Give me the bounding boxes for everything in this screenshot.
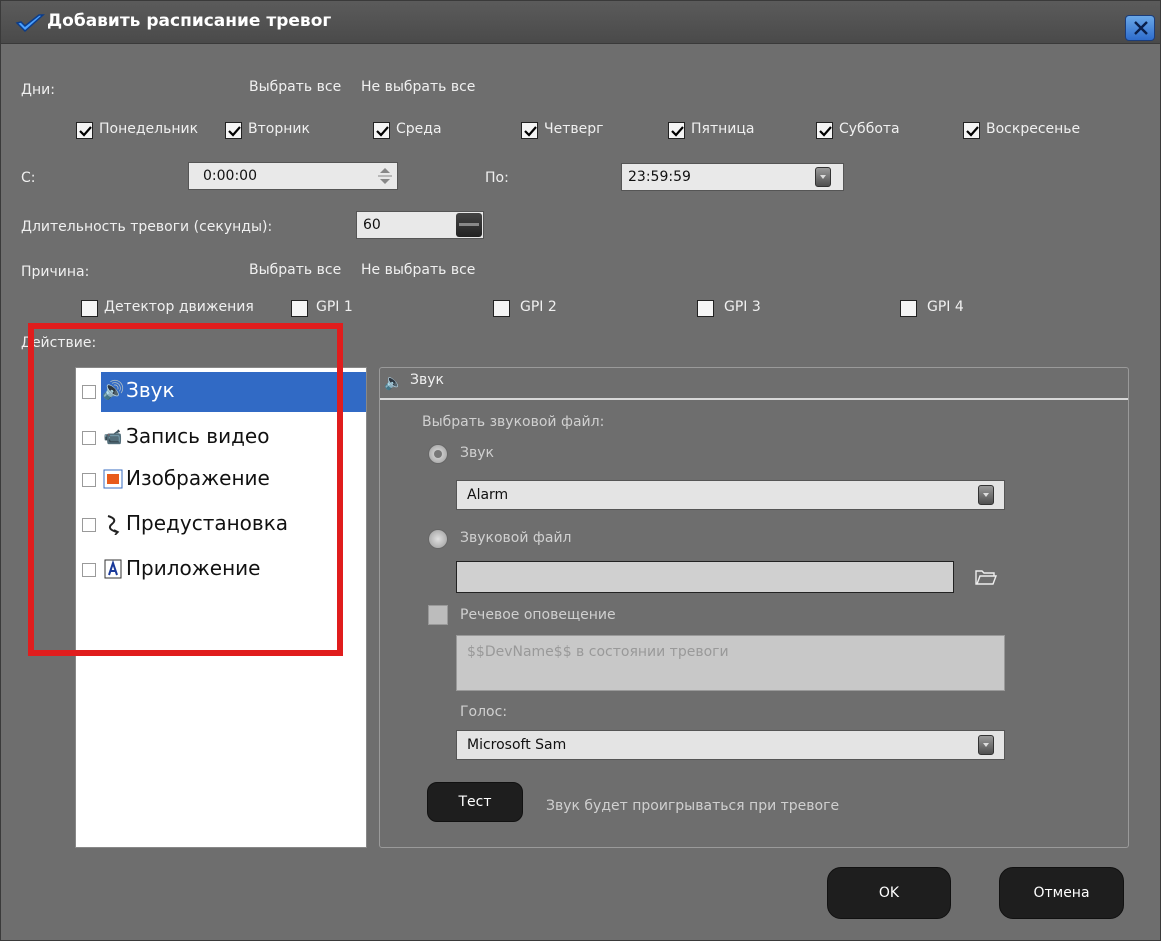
day-checkbox-wednesday[interactable] bbox=[373, 122, 390, 139]
reason-label-motion: Детектор движения bbox=[104, 299, 254, 315]
action-checkbox-application[interactable] bbox=[82, 563, 96, 577]
day-checkbox-friday[interactable] bbox=[668, 122, 685, 139]
time-from-label: С: bbox=[21, 170, 36, 186]
action-tree: 🔊 Звук 📹 Запись видео Изображение Предус… bbox=[75, 367, 367, 848]
video-camera-icon: 📹 bbox=[103, 428, 123, 446]
action-checkbox-sound[interactable] bbox=[82, 385, 96, 399]
application-icon bbox=[104, 559, 122, 579]
action-label-sound: Звук bbox=[126, 378, 175, 402]
time-to-spin-button[interactable] bbox=[815, 167, 831, 187]
radio-sound-label: Звук bbox=[460, 445, 494, 461]
speech-text-area[interactable]: $$DevName$$ в состоянии тревоги bbox=[456, 635, 1005, 691]
sound-dropdown-button[interactable] bbox=[978, 485, 994, 505]
test-note: Звук будет проигрываться при тревоге bbox=[546, 798, 840, 814]
day-label-sunday: Воскресенье bbox=[986, 121, 1081, 137]
radio-sound-file-label: Звуковой файл bbox=[460, 530, 572, 546]
action-label: Действие: bbox=[21, 335, 97, 351]
test-button[interactable]: Тест bbox=[427, 782, 523, 822]
duration-label: Длительность тревоги (секунды): bbox=[21, 219, 273, 235]
reason-label: Причина: bbox=[21, 264, 90, 280]
folder-open-icon[interactable] bbox=[974, 568, 998, 586]
reason-label-gpi4: GPI 4 bbox=[927, 299, 964, 315]
panel-header: 🔈 Звук bbox=[380, 368, 1128, 400]
voice-label: Голос: bbox=[460, 704, 508, 720]
day-label-tuesday: Вторник bbox=[248, 121, 310, 137]
speaker-icon: 🔊 bbox=[102, 380, 125, 401]
action-item-video[interactable]: 📹 Запись видео bbox=[76, 418, 366, 458]
spinner-divider bbox=[459, 223, 479, 226]
reason-label-gpi2: GPI 2 bbox=[520, 299, 557, 315]
alarm-schedule-dialog: Добавить расписание тревог Дни: Выбрать … bbox=[0, 0, 1161, 941]
cancel-button[interactable]: Отмена bbox=[999, 867, 1124, 919]
radio-sound-file[interactable] bbox=[428, 529, 448, 549]
duration-spin-button[interactable] bbox=[456, 213, 482, 237]
ok-button[interactable]: OK bbox=[827, 867, 951, 919]
image-icon bbox=[103, 469, 123, 489]
radio-sound[interactable] bbox=[428, 444, 448, 464]
reason-checkbox-gpi1[interactable] bbox=[291, 300, 308, 317]
action-checkbox-video[interactable] bbox=[82, 431, 96, 445]
action-label-application: Приложение bbox=[126, 556, 261, 580]
sound-settings-panel: 🔈 Звук Выбрать звуковой файл: Звук Alarm… bbox=[379, 367, 1129, 848]
close-icon bbox=[1134, 21, 1148, 35]
window-title: Добавить расписание тревог bbox=[47, 11, 332, 31]
day-checkbox-saturday[interactable] bbox=[816, 122, 833, 139]
checkmark-icon bbox=[524, 126, 537, 137]
action-label-video: Запись видео bbox=[126, 424, 270, 448]
reason-deselect-all-link[interactable]: Не выбрать все bbox=[361, 262, 475, 278]
checkmark-icon bbox=[671, 126, 684, 137]
speaker-icon: 🔈 bbox=[384, 373, 403, 391]
time-to-label: По: bbox=[485, 170, 509, 186]
choose-sound-label: Выбрать звуковой файл: bbox=[422, 414, 605, 430]
action-item-sound[interactable]: 🔊 Звук bbox=[76, 372, 366, 412]
speech-checkbox[interactable] bbox=[428, 605, 448, 625]
voice-select[interactable]: Microsoft Sam bbox=[456, 730, 1005, 760]
checkmark-icon bbox=[79, 126, 92, 137]
title-bar[interactable]: Добавить расписание тревог bbox=[1, 1, 1160, 44]
reason-select-all-link[interactable]: Выбрать все bbox=[249, 262, 341, 278]
voice-dropdown-button[interactable] bbox=[978, 735, 994, 755]
day-checkbox-monday[interactable] bbox=[76, 122, 93, 139]
days-select-all-link[interactable]: Выбрать все bbox=[249, 79, 341, 95]
close-button[interactable] bbox=[1125, 15, 1155, 41]
action-checkbox-preset[interactable] bbox=[82, 518, 96, 532]
day-checkbox-thursday[interactable] bbox=[521, 122, 538, 139]
reason-label-gpi3: GPI 3 bbox=[724, 299, 761, 315]
days-label: Дни: bbox=[21, 82, 55, 98]
day-checkbox-tuesday[interactable] bbox=[225, 122, 242, 139]
action-item-image[interactable]: Изображение bbox=[76, 460, 366, 500]
day-label-monday: Понедельник bbox=[99, 121, 199, 137]
reason-checkbox-gpi4[interactable] bbox=[900, 300, 917, 317]
reason-checkbox-gpi2[interactable] bbox=[493, 300, 510, 317]
action-checkbox-image[interactable] bbox=[82, 473, 96, 487]
action-label-image: Изображение bbox=[126, 466, 270, 490]
check-logo-icon bbox=[15, 14, 45, 33]
panel-header-title: Звук bbox=[410, 372, 444, 388]
sound-select[interactable]: Alarm bbox=[456, 480, 1005, 510]
speech-label: Речевое оповещение bbox=[460, 607, 616, 623]
day-checkbox-sunday[interactable] bbox=[963, 122, 980, 139]
checkmark-icon bbox=[376, 126, 389, 137]
preset-arrow-icon bbox=[107, 515, 120, 535]
day-label-wednesday: Среда bbox=[396, 121, 442, 137]
checkmark-icon bbox=[819, 126, 832, 137]
day-label-saturday: Суббота bbox=[839, 121, 900, 137]
time-from-input[interactable]: 0:00:00 bbox=[188, 162, 398, 190]
reason-label-gpi1: GPI 1 bbox=[316, 299, 353, 315]
day-label-thursday: Четверг bbox=[544, 121, 604, 137]
action-item-preset[interactable]: Предустановка bbox=[76, 505, 366, 545]
spinner-arrows-icon[interactable] bbox=[372, 163, 398, 189]
action-label-preset: Предустановка bbox=[126, 511, 289, 535]
time-to-input[interactable]: 23:59:59 bbox=[621, 163, 844, 191]
checkmark-icon bbox=[966, 126, 979, 137]
sound-file-input[interactable] bbox=[456, 561, 954, 593]
reason-checkbox-gpi3[interactable] bbox=[697, 300, 714, 317]
reason-checkbox-motion[interactable] bbox=[81, 300, 98, 317]
action-item-application[interactable]: Приложение bbox=[76, 550, 366, 590]
day-label-friday: Пятница bbox=[691, 121, 755, 137]
checkmark-icon bbox=[228, 126, 241, 137]
days-deselect-all-link[interactable]: Не выбрать все bbox=[361, 79, 475, 95]
